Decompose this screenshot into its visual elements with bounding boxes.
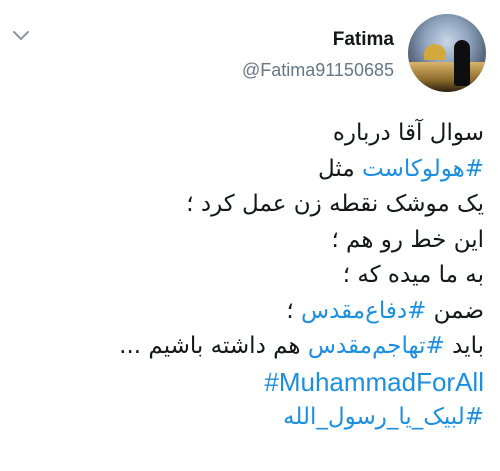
tweet-line-5: به ما میده که ؛: [342, 262, 484, 288]
hashtag-link[interactable]: #هولوکاست: [362, 156, 484, 182]
tweet-line-1: سوال آقا درباره: [332, 120, 484, 146]
hashtag-link[interactable]: #دفاع‌مقدس: [301, 298, 426, 324]
tweet-text: سوال آقا درباره #هولوکاست مثل یک موشک نق…: [14, 116, 484, 436]
hashtag-muhammadforall[interactable]: #MuhammadForAll: [14, 365, 484, 401]
hashtag-link[interactable]: #تهاجم‌مقدس: [308, 333, 445, 359]
tweet-line-6: ضمن #دفاع‌مقدس ؛: [286, 297, 484, 324]
tweet-line-4: این خط رو هم ؛: [331, 226, 484, 253]
user-names: Fatima @Fatima91150685: [242, 28, 394, 82]
user-handle[interactable]: @Fatima91150685: [242, 58, 394, 82]
display-name[interactable]: Fatima: [242, 28, 394, 52]
tweet-line-7: باید #تهاجم‌مقدس هم داشته باشیم ...: [119, 333, 484, 359]
chevron-down-icon[interactable]: [12, 30, 30, 42]
tweet-line-2: #هولوکاست مثل: [318, 155, 484, 182]
tweet-header: Fatima @Fatima91150685: [242, 14, 486, 92]
hashtag-labbaik[interactable]: #لبیک_یا_رسول_الله: [14, 400, 484, 436]
tweet-line-3: یک موشک نقطه زن عمل کرد ؛: [186, 191, 484, 217]
avatar[interactable]: [408, 14, 486, 92]
